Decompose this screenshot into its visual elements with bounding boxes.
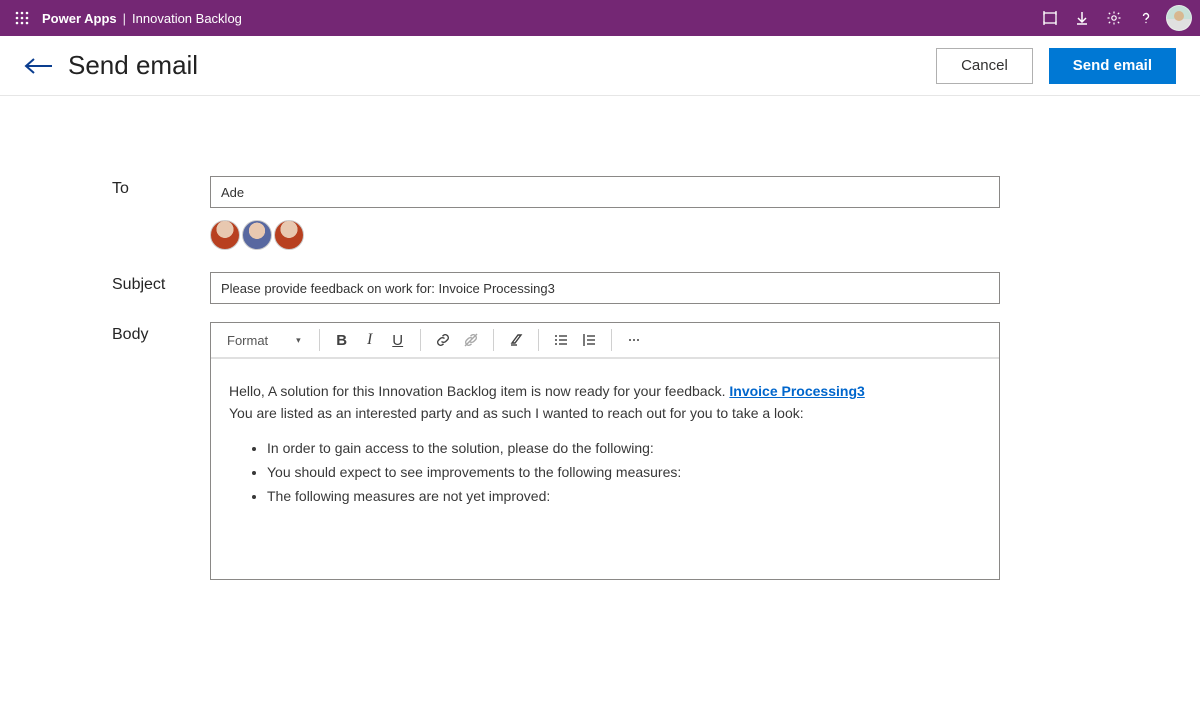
italic-icon[interactable]: I bbox=[356, 326, 384, 354]
toolbar-separator bbox=[493, 329, 494, 351]
help-icon[interactable] bbox=[1130, 2, 1162, 34]
to-label: To bbox=[0, 176, 210, 198]
body-bullets: In order to gain access to the solution,… bbox=[267, 438, 981, 507]
rich-text-editor: Format ▾ B I U bbox=[210, 322, 1000, 580]
toolbar-separator bbox=[538, 329, 539, 351]
body-line2: You are listed as an interested party an… bbox=[229, 403, 981, 425]
cancel-button[interactable]: Cancel bbox=[936, 48, 1033, 84]
bold-icon[interactable]: B bbox=[328, 326, 356, 354]
more-icon[interactable] bbox=[620, 326, 648, 354]
editor-toolbar: Format ▾ B I U bbox=[211, 323, 999, 359]
numbered-list-icon[interactable] bbox=[575, 326, 603, 354]
global-header: Power Apps | Innovation Backlog bbox=[0, 0, 1200, 36]
list-item: You should expect to see improvements to… bbox=[267, 462, 981, 484]
subject-input[interactable] bbox=[210, 272, 1000, 304]
underline-icon[interactable]: U bbox=[384, 326, 412, 354]
recipient-avatar[interactable] bbox=[274, 220, 304, 250]
product-name[interactable]: Power Apps bbox=[42, 11, 117, 26]
send-email-button[interactable]: Send email bbox=[1049, 48, 1176, 84]
app-launcher-icon[interactable] bbox=[12, 8, 32, 28]
clear-format-icon[interactable] bbox=[502, 326, 530, 354]
user-avatar[interactable] bbox=[1166, 5, 1192, 31]
toolbar-separator bbox=[611, 329, 612, 351]
link-icon[interactable] bbox=[429, 326, 457, 354]
editor-content[interactable]: Hello, A solution for this Innovation Ba… bbox=[211, 359, 999, 579]
page-title: Send email bbox=[68, 50, 198, 81]
body-item-link[interactable]: Invoice Processing3 bbox=[729, 383, 864, 399]
recipient-avatar[interactable] bbox=[242, 220, 272, 250]
to-input[interactable] bbox=[210, 176, 1000, 208]
page-header: Send email Cancel Send email bbox=[0, 36, 1200, 96]
gear-icon[interactable] bbox=[1098, 2, 1130, 34]
unlink-icon[interactable] bbox=[457, 326, 485, 354]
recipient-avatar[interactable] bbox=[210, 220, 240, 250]
toolbar-separator bbox=[420, 329, 421, 351]
back-arrow-icon[interactable] bbox=[24, 51, 54, 81]
body-label: Body bbox=[0, 322, 210, 344]
recipient-avatars bbox=[0, 220, 1200, 250]
list-item: In order to gain access to the solution,… bbox=[267, 438, 981, 460]
app-name[interactable]: Innovation Backlog bbox=[132, 11, 242, 26]
chevron-down-icon: ▾ bbox=[296, 335, 301, 346]
body-intro: Hello, A solution for this Innovation Ba… bbox=[229, 383, 729, 399]
toolbar-separator bbox=[319, 329, 320, 351]
format-dropdown[interactable]: Format ▾ bbox=[217, 333, 311, 348]
subject-label: Subject bbox=[0, 272, 210, 294]
download-icon[interactable] bbox=[1066, 2, 1098, 34]
email-form: To Subject Body Format ▾ B I U bbox=[0, 96, 1200, 580]
header-divider: | bbox=[123, 11, 126, 26]
list-item: The following measures are not yet impro… bbox=[267, 486, 981, 508]
fit-screen-icon[interactable] bbox=[1034, 2, 1066, 34]
bullet-list-icon[interactable] bbox=[547, 326, 575, 354]
